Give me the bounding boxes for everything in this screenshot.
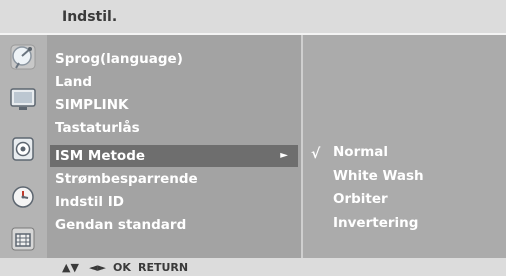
menu-item-label: Sprog(language) [55, 51, 183, 67]
page-title: Indstil. [62, 9, 118, 25]
option-orbiter[interactable]: Orbiter [333, 188, 388, 210]
clock-icon[interactable] [7, 181, 39, 213]
navigation-hint-bar: ▲▼ ◄► OK RETURN [0, 258, 506, 276]
settings-menu-list: Sprog(language) Land SIMPLINK Tastaturlå… [47, 35, 302, 258]
option-label: Normal [333, 144, 389, 160]
option-label: Invertering [333, 215, 419, 231]
menu-item-label: Land [55, 74, 92, 90]
speaker-icon[interactable] [7, 133, 39, 165]
menu-item-key-lock[interactable]: Tastaturlås [55, 117, 140, 139]
menu-item-simplink[interactable]: SIMPLINK [55, 94, 128, 116]
settings-panel: Sprog(language) Land SIMPLINK Tastaturlå… [0, 35, 506, 258]
submenu-arrow-icon: ► [280, 150, 288, 161]
option-label: White Wash [333, 168, 424, 184]
option-label: Orbiter [333, 191, 388, 207]
menu-item-country[interactable]: Land [55, 71, 92, 93]
title-bar: Indstil. [0, 0, 506, 35]
tv-screen-icon[interactable] [7, 83, 39, 115]
menu-item-set-id[interactable]: Indstil ID [55, 191, 124, 213]
menu-item-power-saving[interactable]: Strømbesparrende [55, 168, 198, 190]
option-normal[interactable]: Normal [333, 141, 388, 163]
option-white-wash[interactable]: White Wash [333, 165, 424, 187]
menu-item-label: Indstil ID [55, 194, 124, 210]
menu-item-factory-reset[interactable]: Gendan standard [55, 214, 186, 236]
lock-icon[interactable] [7, 223, 39, 255]
panel-divider [301, 35, 303, 258]
menu-item-ism-method[interactable]: ISM Metode ► [50, 145, 298, 167]
menu-item-label: ISM Metode [55, 148, 146, 164]
ok-hint: OK [113, 261, 131, 274]
menu-item-label: Strømbesparrende [55, 171, 198, 187]
up-down-arrows-icon: ▲▼ [62, 261, 79, 274]
menu-item-label: SIMPLINK [55, 97, 129, 113]
menu-icon-column [0, 35, 47, 258]
menu-item-language[interactable]: Sprog(language) [55, 48, 183, 70]
left-right-arrows-icon: ◄► [89, 261, 106, 274]
check-mark-icon: √ [311, 146, 321, 162]
satellite-dish-icon[interactable] [7, 41, 39, 73]
option-inverting[interactable]: Invertering [333, 212, 418, 234]
menu-item-label: Gendan standard [55, 217, 187, 233]
return-hint: RETURN [138, 261, 189, 274]
menu-item-label: Tastaturlås [55, 120, 140, 136]
